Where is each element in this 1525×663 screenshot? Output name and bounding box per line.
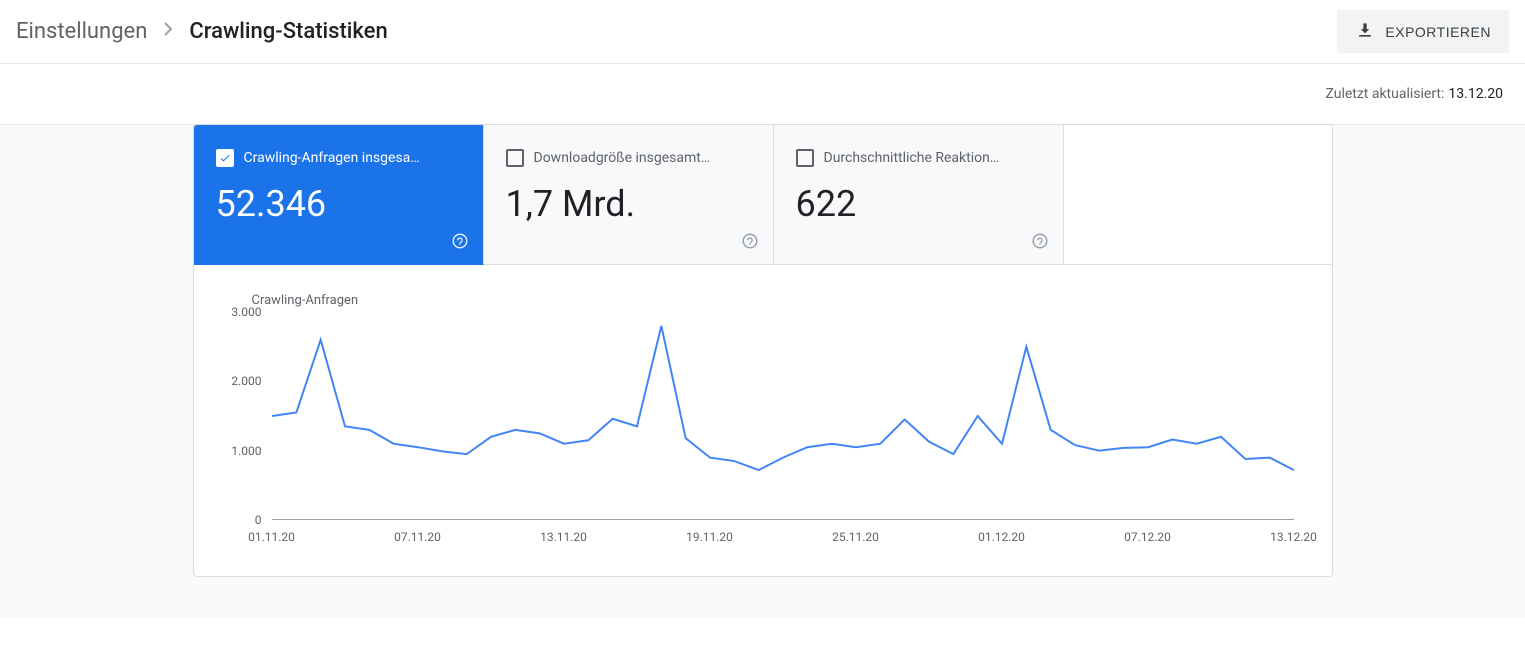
crawl-stats-card: Crawling-Anfragen insgesa… 52.346 Downlo… xyxy=(193,124,1333,577)
checkbox-icon xyxy=(506,149,524,167)
y-axis-tick: 2.000 xyxy=(231,374,261,388)
last-updated-date: 13.12.20 xyxy=(1448,86,1503,102)
tab-value: 52.346 xyxy=(216,183,461,225)
breadcrumb: Einstellungen Crawling-Statistiken xyxy=(16,19,388,44)
metric-tabs: Crawling-Anfragen insgesa… 52.346 Downlo… xyxy=(194,125,1332,265)
help-icon[interactable] xyxy=(1031,232,1049,254)
export-button[interactable]: EXPORTIEREN xyxy=(1337,10,1509,53)
last-updated-bar: Zuletzt aktualisiert: 13.12.20 xyxy=(0,64,1525,125)
chevron-right-icon xyxy=(163,21,173,42)
x-axis-tick: 19.11.20 xyxy=(686,530,733,544)
chart-area: Crawling-Anfragen 0 1.000 2.000 3.000 01.11… xyxy=(194,265,1332,576)
checkbox-icon xyxy=(796,149,814,167)
x-axis-tick: 01.11.20 xyxy=(248,530,295,544)
breadcrumb-parent-link[interactable]: Einstellungen xyxy=(16,19,147,44)
x-axis-tick: 13.11.20 xyxy=(540,530,587,544)
tab-value: 1,7 Mrd. xyxy=(506,183,751,225)
tab-value: 622 xyxy=(796,183,1041,225)
export-button-label: EXPORTIEREN xyxy=(1385,24,1491,40)
tab-total-crawling-requests[interactable]: Crawling-Anfragen insgesa… 52.346 xyxy=(194,125,484,265)
last-updated-label: Zuletzt aktualisiert: xyxy=(1325,86,1444,102)
tab-label: Downloadgröße insgesamt… xyxy=(534,150,711,166)
download-icon xyxy=(1355,20,1375,43)
help-icon[interactable] xyxy=(451,232,469,254)
page-title: Crawling-Statistiken xyxy=(189,19,387,44)
chart-title: Crawling-Anfragen xyxy=(252,293,1304,308)
checkbox-icon xyxy=(216,149,234,167)
x-axis-tick: 07.12.20 xyxy=(1124,530,1171,544)
x-axis-tick: 25.11.20 xyxy=(832,530,879,544)
help-icon[interactable] xyxy=(741,232,759,254)
x-axis-tick: 07.11.20 xyxy=(394,530,441,544)
y-axis-tick: 1.000 xyxy=(231,444,261,458)
header: Einstellungen Crawling-Statistiken EXPOR… xyxy=(0,0,1525,64)
y-axis-tick: 3.000 xyxy=(231,305,261,319)
tab-label: Durchschnittliche Reaktion… xyxy=(824,150,1000,166)
checkmark-icon xyxy=(219,149,231,167)
x-axis-tick: 01.12.20 xyxy=(978,530,1025,544)
tab-avg-response-time[interactable]: Durchschnittliche Reaktion… 622 xyxy=(774,125,1064,265)
line-chart: 01.0002.0003.000 01.11.2007.11.2013.11.2… xyxy=(216,312,1304,552)
y-axis-tick: 0 xyxy=(255,513,262,527)
tab-label: Crawling-Anfragen insgesa… xyxy=(244,150,420,166)
x-axis-tick: 13.12.20 xyxy=(1270,530,1317,544)
tab-total-download-size[interactable]: Downloadgröße insgesamt… 1,7 Mrd. xyxy=(484,125,774,265)
